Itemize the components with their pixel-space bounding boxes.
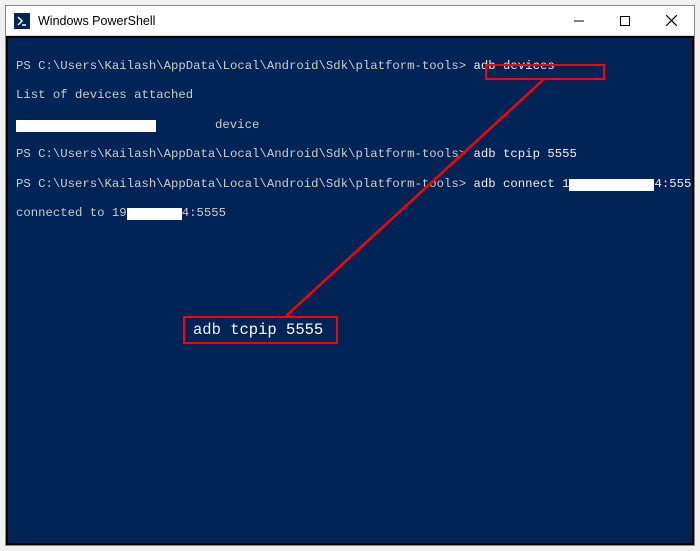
redacted-block [16,120,156,132]
connected-suffix: 4:5555 [182,206,226,220]
powershell-window: Windows PowerShell PS C:\Users\Kailash\A… [5,5,695,546]
title-bar[interactable]: Windows PowerShell [6,6,694,36]
command-text: 4:5555 [654,177,694,191]
prompt: PS C:\Users\Kailash\AppData\Local\Androi… [16,59,466,73]
device-label: device [215,118,259,132]
terminal-line: PS C:\Users\Kailash\AppData\Local\Androi… [16,59,684,74]
callout-label: adb tcpip 5555 [193,321,323,340]
maximize-button[interactable] [602,6,648,35]
terminal-line: PS C:\Users\Kailash\AppData\Local\Androi… [16,177,684,192]
connected-text: connected to 19 [16,206,127,220]
minimize-button[interactable] [556,6,602,35]
redacted-block [127,208,182,220]
window-title: Windows PowerShell [38,14,556,28]
callout-args: tcpip 5555 [221,321,323,339]
callout-box: adb tcpip 5555 [183,316,338,344]
prompt: PS C:\Users\Kailash\AppData\Local\Androi… [16,147,466,161]
terminal-output: List of devices attached [16,88,684,103]
command-text: adb tcpip 5555 [474,147,577,161]
window-controls [556,6,694,35]
terminal-area[interactable]: PS C:\Users\Kailash\AppData\Local\Androi… [6,36,694,545]
terminal-output: device [16,118,684,133]
redacted-block [569,179,654,191]
prompt: PS C:\Users\Kailash\AppData\Local\Androi… [16,177,466,191]
callout-cmd: adb [193,321,221,339]
command-text: adb connect 1 [474,177,570,191]
terminal-output: connected to 19 4:5555 [16,206,684,221]
terminal-line: PS C:\Users\Kailash\AppData\Local\Androi… [16,147,684,162]
command-text: adb devices [474,59,555,73]
close-button[interactable] [648,6,694,35]
powershell-icon [14,13,30,29]
callout-connector-line [8,38,692,543]
